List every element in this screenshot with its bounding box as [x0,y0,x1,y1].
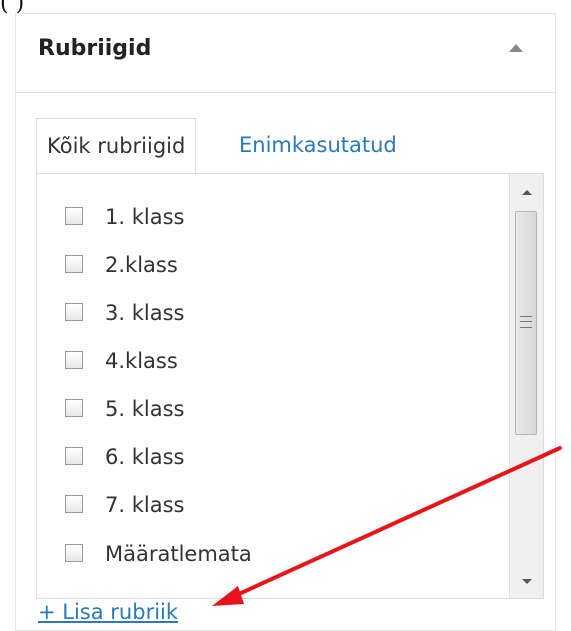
category-label: Määratlemata [105,542,252,566]
category-checklist: 1. klass 2.klass 3. klass 4.klass 5. kla… [36,173,544,599]
scroll-up-icon[interactable] [522,190,532,195]
tab-most-used[interactable]: Enimkasutatud [239,118,397,174]
top-text-fragment: ( ) [0,0,25,14]
category-label: 5. klass [105,397,185,421]
panel-title: Rubriigid [38,36,152,61]
category-checkbox[interactable] [65,399,83,417]
category-checkbox[interactable] [65,544,83,562]
panel-header[interactable]: Rubriigid [16,14,555,93]
category-label: 2.klass [105,253,178,277]
category-checkbox[interactable] [65,351,83,369]
vertical-scrollbar[interactable] [509,174,543,598]
scroll-down-icon[interactable] [522,579,532,584]
list-item[interactable]: 6. klass [65,442,184,472]
category-label: 6. klass [105,445,185,469]
tab-all-categories[interactable]: Kõik rubriigid [36,118,197,174]
category-checkbox[interactable] [65,447,83,465]
category-label: 3. klass [105,301,185,325]
list-item[interactable]: 7. klass [65,490,184,520]
list-item[interactable]: 3. klass [65,298,184,328]
list-item[interactable]: 1. klass [65,202,184,232]
scroll-thumb[interactable] [515,211,537,435]
category-label: 1. klass [105,205,185,229]
list-item[interactable]: 4.klass [65,346,178,376]
category-checkbox[interactable] [65,207,83,225]
list-item[interactable]: 2.klass [65,250,178,280]
triangle-up-icon[interactable] [509,44,523,52]
category-label: 7. klass [105,493,185,517]
list-item[interactable]: 5. klass [65,394,184,424]
list-item[interactable]: Määratlemata [65,539,252,569]
category-checkbox[interactable] [65,255,83,273]
category-checkbox[interactable] [65,303,83,321]
category-checkbox[interactable] [65,495,83,513]
add-category-link[interactable]: + Lisa rubriik [38,600,178,624]
grip-icon [520,316,532,328]
category-label: 4.klass [105,349,178,373]
categories-panel: Rubriigid Kõik rubriigid Enimkasutatud 1… [15,13,556,631]
